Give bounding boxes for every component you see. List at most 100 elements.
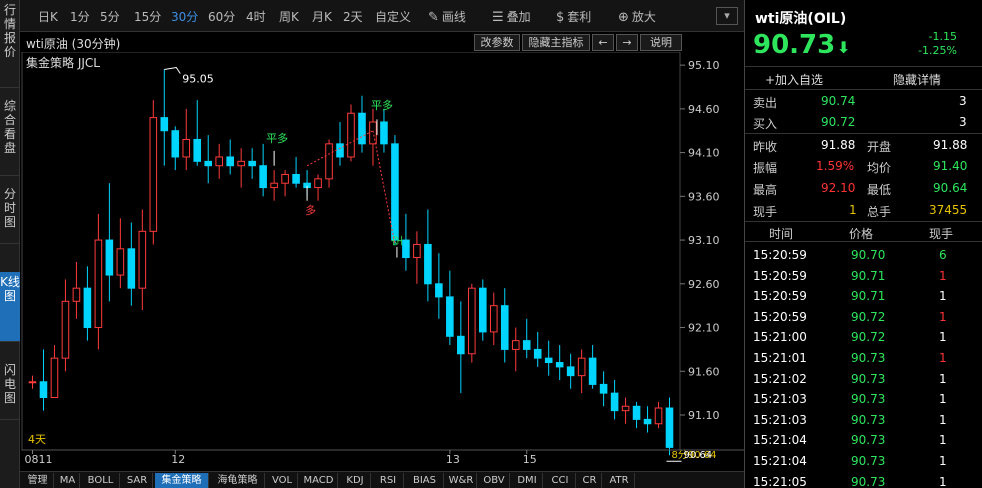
buy-row: 买入 90.72 3 [745, 112, 982, 133]
y-tick-label: 94.10 [688, 147, 720, 160]
tick-vol: 1 [939, 371, 947, 386]
high-value: 92.10 [821, 181, 856, 195]
tick-vol: 6 [939, 248, 947, 262]
indicator-tab-15[interactable]: CR [578, 473, 602, 488]
overlay-label: 叠加 [506, 10, 531, 24]
x-tick-label: 15 [523, 453, 537, 466]
indicator-tab-6[interactable]: VOL [267, 473, 298, 488]
candle-body [588, 357, 597, 385]
signal-long: 多 [305, 203, 316, 217]
period-60min[interactable]: 60分 [208, 8, 235, 25]
side-tab-flash-label: 闪电图 [3, 363, 16, 405]
period-week[interactable]: 周K [279, 8, 299, 25]
candle-body [336, 143, 344, 158]
candle-body [171, 130, 180, 158]
toolbar-expand-button[interactable]: ▾ [716, 7, 738, 25]
indicator-tab-4[interactable]: 集金策略 [155, 473, 209, 488]
candle-body [358, 112, 366, 145]
zoom-label: 放大 [631, 10, 656, 24]
candle-body [500, 305, 509, 350]
indicator-tab-1[interactable]: MA [56, 473, 80, 488]
quote-panel: wti原油(OIL) 90.73 ⬇ -1.15 -1.25% +加入自选 隐藏… [744, 0, 982, 488]
arbitrage-button[interactable]: $ 套利 [556, 8, 591, 25]
indicator-tab-11[interactable]: W&R [446, 473, 477, 488]
candle-body [347, 112, 355, 158]
indicator-tab-16[interactable]: ATR [604, 473, 635, 488]
period-1min[interactable]: 1分 [70, 8, 90, 25]
draw-line-button[interactable]: ✎ 画线 [428, 8, 466, 25]
tick-vol: 1 [939, 392, 947, 407]
tick-price: 90.73 [851, 433, 886, 448]
period-custom[interactable]: 自定义 [375, 8, 411, 25]
indicator-tab-8[interactable]: KDJ [340, 473, 371, 488]
indicator-tab-5[interactable]: 海龟策略 [211, 473, 265, 488]
candle-body [577, 357, 586, 377]
side-tab-quotes[interactable]: 行情报价 [0, 0, 20, 88]
candle-body [226, 156, 234, 167]
tick-row: 15:21:03 90.73 1 [745, 410, 982, 431]
period-5min[interactable]: 5分 [100, 8, 120, 25]
y-tick-label: 93.60 [688, 190, 720, 203]
indicator-tab-14[interactable]: CCI [545, 473, 576, 488]
tick-time: 15:20:59 [753, 309, 807, 324]
volume-row: 现手 1 总手 37455 [745, 200, 982, 221]
layers-icon: ☰ [492, 10, 504, 25]
candle-body [468, 287, 476, 355]
period-15min[interactable]: 15分 [134, 8, 161, 25]
tick-row: 15:21:02 90.73 1 [745, 369, 982, 390]
tick-price: 90.73 [851, 412, 886, 427]
add-favorite-button[interactable]: +加入自选 [765, 71, 823, 88]
candle-body [160, 117, 169, 132]
indicator-tab-2[interactable]: BOLL [82, 473, 120, 488]
tick-time: 15:21:04 [753, 433, 807, 448]
draw-line-label: 画线 [441, 10, 466, 24]
scroll-right-button[interactable]: → [616, 34, 638, 51]
candlestick-chart[interactable]: 95.05平多多平多空8分90.6490.64 95.1094.6094.109… [20, 52, 744, 471]
hide-main-indicator-button[interactable]: 隐藏主指标 [522, 34, 590, 51]
indicator-tab-10[interactable]: BIAS [406, 473, 444, 488]
side-tab-bar: 行情报价 综合看盘 分时图 K线图 闪电图 [0, 0, 20, 488]
tick-vol: 1 [939, 309, 947, 324]
tick-time: 15:20:59 [753, 268, 807, 283]
tick-vol: 1 [939, 474, 947, 488]
period-day[interactable]: 日K [38, 8, 58, 25]
indicator-tab-12[interactable]: OBV [479, 473, 510, 488]
zoom-button[interactable]: ⊕ 放大 [618, 8, 656, 25]
tick-row: 15:21:04 90.73 1 [745, 451, 982, 472]
indicator-tab-13[interactable]: DMI [512, 473, 543, 488]
tick-price: 90.73 [851, 454, 886, 468]
indicator-tab-7[interactable]: MACD [300, 473, 338, 488]
tick-price: 90.73 [851, 474, 886, 488]
help-button[interactable]: 说明 [640, 34, 682, 51]
tick-time: 15:21:01 [753, 351, 807, 365]
period-2day[interactable]: 2天 [343, 8, 363, 25]
chevron-down-icon: ▾ [724, 9, 730, 22]
low-value: 90.64 [933, 181, 968, 195]
indicator-tab-9[interactable]: RSI [373, 473, 404, 488]
prev-close-value: 91.88 [821, 138, 856, 152]
candle-body [105, 239, 114, 276]
period-30min[interactable]: 30分 [171, 8, 198, 25]
overlay-button[interactable]: ☰ 叠加 [492, 8, 531, 25]
side-tab-overview[interactable]: 综合看盘 [0, 96, 20, 176]
side-tab-flash[interactable]: 闪电图 [0, 360, 20, 420]
side-tab-kline[interactable]: K线图 [0, 272, 20, 342]
tick-time: 15:21:02 [753, 371, 807, 386]
low-label: 最低 [867, 183, 892, 197]
scroll-left-button[interactable]: ← [592, 34, 614, 51]
edit-params-button[interactable]: 改参数 [474, 34, 520, 51]
period-month[interactable]: 月K [312, 8, 332, 25]
side-tab-timeshare[interactable]: 分时图 [0, 184, 20, 244]
candle-body [555, 362, 564, 368]
tick-price: 90.72 [851, 309, 886, 324]
hide-detail-button[interactable]: 隐藏详情 [893, 71, 941, 88]
candle-body [325, 143, 333, 180]
indicator-tab-0[interactable]: 管理 [22, 473, 54, 488]
high-label: 最高 [753, 183, 778, 197]
candles [28, 69, 674, 456]
candle-body [182, 138, 191, 158]
candle-body [50, 357, 59, 399]
period-4h[interactable]: 4时 [246, 8, 266, 25]
indicator-tab-3[interactable]: SAR [122, 473, 153, 488]
y-tick-label: 95.10 [688, 59, 720, 72]
